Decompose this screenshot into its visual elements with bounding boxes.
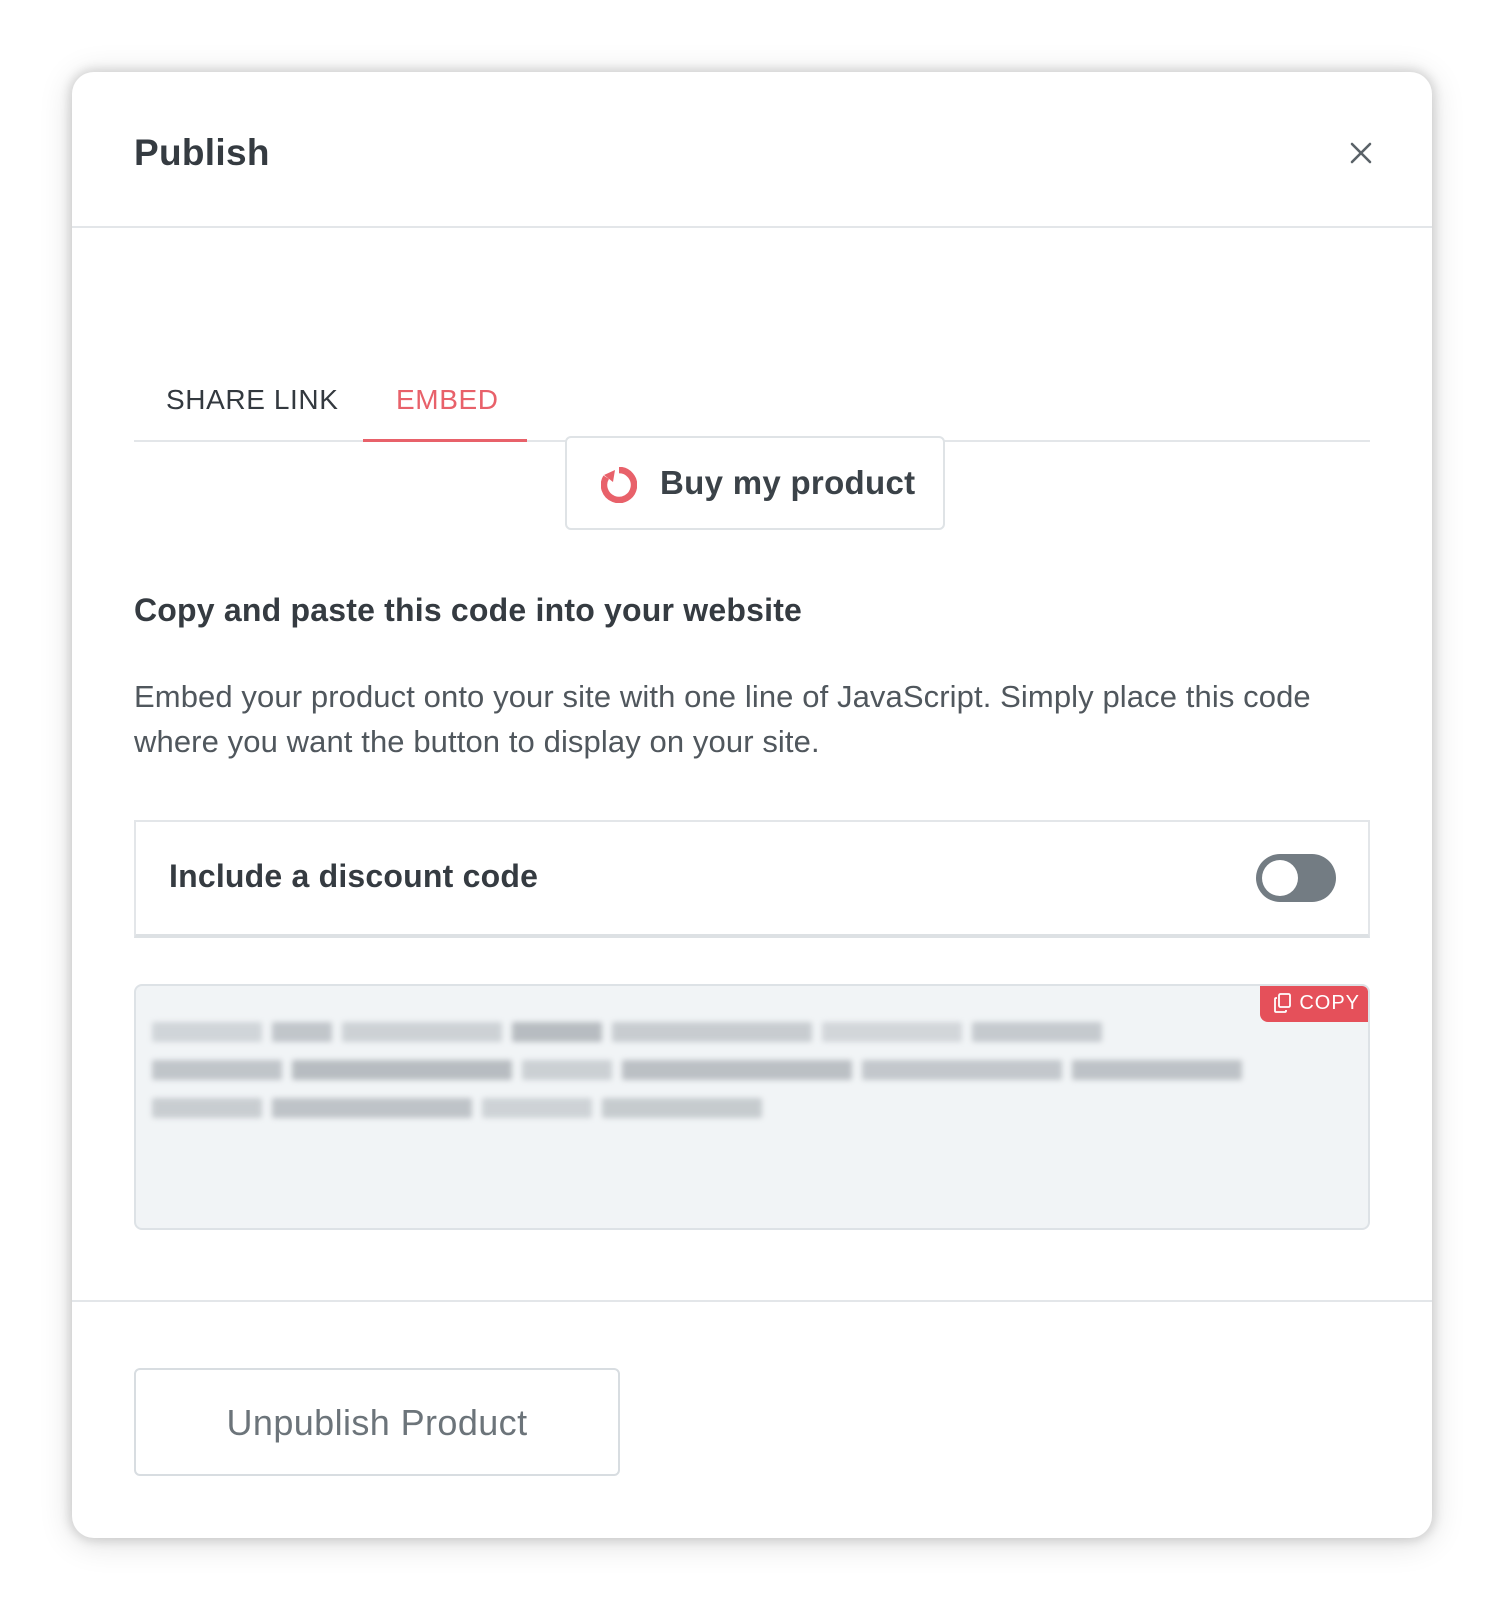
buy-button-preview[interactable]: Buy my product	[565, 436, 945, 530]
copy-label: COPY	[1299, 992, 1360, 1014]
publish-modal: Publish SHARE LINK EMBED Buy my product …	[72, 72, 1432, 1538]
brand-logo-icon	[601, 467, 637, 503]
discount-code-row: Include a discount code	[134, 820, 1370, 938]
discount-code-label: Include a discount code	[169, 858, 539, 894]
modal-footer: Unpublish Product	[72, 1300, 1432, 1538]
close-button[interactable]	[1344, 136, 1378, 170]
close-icon	[1350, 142, 1372, 164]
copy-icon	[1274, 993, 1292, 1013]
buy-button-label: Buy my product	[660, 464, 916, 501]
embed-heading: Copy and paste this code into your websi…	[134, 592, 803, 628]
embed-description: Embed your product onto your site with o…	[134, 679, 1311, 759]
embed-code-box[interactable]: COPY	[134, 984, 1370, 1230]
code-line-redacted	[152, 1094, 762, 1122]
modal-title: Publish	[134, 132, 270, 173]
unpublish-product-button[interactable]: Unpublish Product	[134, 1368, 620, 1476]
code-line-redacted	[152, 1018, 1102, 1046]
modal-header: Publish	[72, 72, 1432, 228]
tab-share-link[interactable]: SHARE LINK	[166, 384, 339, 416]
active-tab-indicator	[363, 439, 527, 442]
unpublish-product-label: Unpublish Product	[226, 1402, 528, 1443]
tab-bar: SHARE LINK EMBED	[134, 356, 1370, 442]
tab-embed[interactable]: EMBED	[396, 384, 499, 416]
code-line-redacted	[152, 1056, 1242, 1084]
discount-code-toggle[interactable]	[1256, 854, 1336, 902]
toggle-knob	[1262, 860, 1298, 896]
copy-button[interactable]: COPY	[1260, 986, 1368, 1022]
